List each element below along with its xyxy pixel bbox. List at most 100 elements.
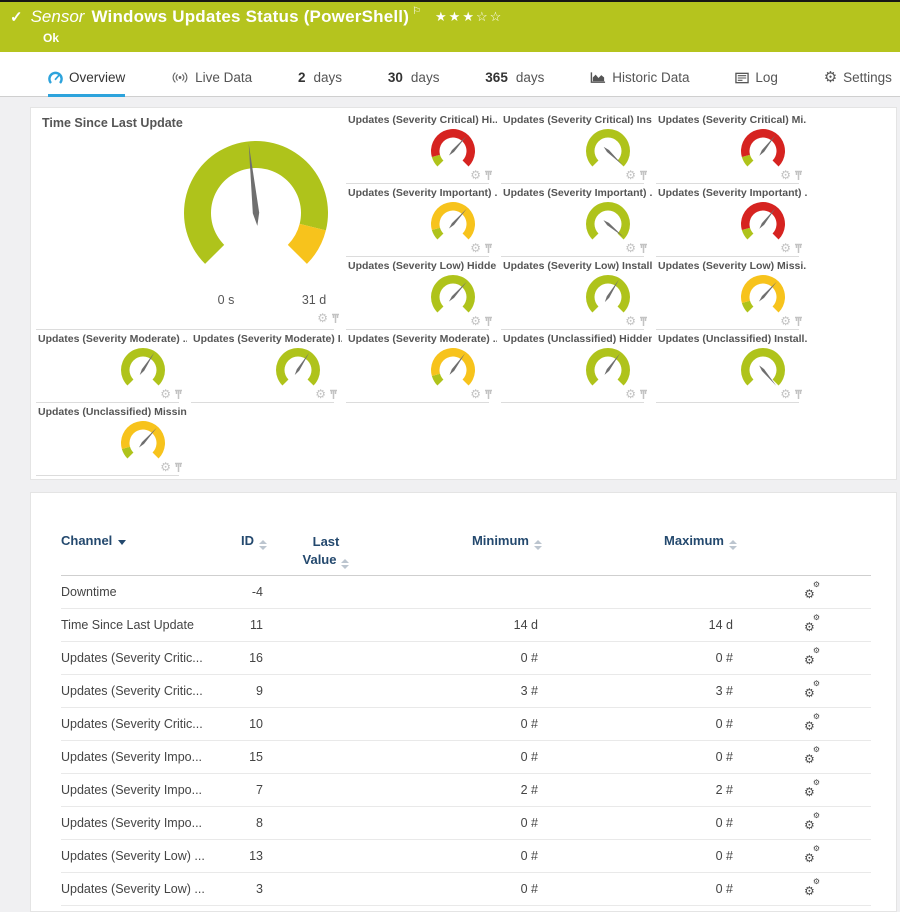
- tab-historic-data[interactable]: Historic Data: [590, 70, 689, 97]
- pin-icon[interactable]: [484, 389, 493, 400]
- pin-icon[interactable]: [639, 243, 648, 254]
- flag-icon[interactable]: ⚐: [412, 6, 421, 17]
- gauge-min-label: 0 s: [204, 293, 248, 307]
- pin-icon[interactable]: [794, 243, 803, 254]
- pin-icon[interactable]: [639, 316, 648, 327]
- gear-icon[interactable]: ⚙: [470, 315, 481, 327]
- priority-stars[interactable]: ★★★☆☆: [435, 9, 503, 25]
- channel-maximum: 0 #: [716, 882, 741, 896]
- channel-maximum: 3 #: [716, 684, 741, 698]
- gear-icon: ⚙: [804, 588, 815, 600]
- column-header-minimum[interactable]: Minimum: [472, 533, 546, 550]
- channel-name: Time Since Last Update: [61, 618, 231, 632]
- pin-icon[interactable]: [794, 316, 803, 327]
- column-header-maximum[interactable]: Maximum: [664, 533, 741, 550]
- gear-icon[interactable]: ⚙: [625, 242, 636, 254]
- gear-icon[interactable]: ⚙: [780, 169, 791, 181]
- channel-settings-icon[interactable]: ⚙⚙: [804, 879, 821, 896]
- gauge-tile-title: Updates (Unclassified) Missing: [38, 406, 187, 418]
- table-body: Downtime -4 ⚙⚙ Time Since Last Update 11…: [31, 576, 896, 906]
- tab-label: Live Data: [195, 70, 252, 85]
- pin-icon[interactable]: [174, 389, 183, 400]
- channel-name: Downtime: [61, 585, 231, 599]
- gauge-tile: Updates (Unclassified) Missing ⚙: [36, 403, 191, 476]
- gear-icon: ⚙: [804, 720, 815, 732]
- tab-365-days[interactable]: 365 days: [485, 70, 544, 97]
- gear-icon[interactable]: ⚙: [317, 312, 328, 324]
- channel-settings-icon[interactable]: ⚙⚙: [804, 582, 821, 599]
- mini-gauge-chart: [731, 345, 795, 393]
- gear-icon[interactable]: ⚙: [625, 388, 636, 400]
- tile-icons: ⚙: [780, 169, 803, 181]
- channel-settings-icon[interactable]: ⚙⚙: [804, 747, 821, 764]
- channel-id: 15: [249, 750, 271, 764]
- gear-icon: ⚙: [804, 654, 815, 666]
- gear-icon[interactable]: ⚙: [470, 388, 481, 400]
- tile-icons: ⚙: [625, 242, 648, 254]
- channel-minimum: 0 #: [521, 849, 546, 863]
- tab-label: Log: [755, 70, 778, 85]
- tab-label: Overview: [69, 70, 125, 85]
- channel-settings-icon[interactable]: ⚙⚙: [804, 648, 821, 665]
- pin-icon[interactable]: [639, 170, 648, 181]
- gauge-tile-title: Updates (Severity Moderate) I...: [193, 333, 342, 345]
- sort-icons: [341, 559, 349, 569]
- gear-icon[interactable]: ⚙: [780, 242, 791, 254]
- gear-icon[interactable]: ⚙: [160, 388, 171, 400]
- tab-2-days[interactable]: 2 days: [298, 70, 342, 97]
- pin-icon[interactable]: [484, 316, 493, 327]
- gauge-tile: Updates (Severity Moderate) ... ⚙: [346, 330, 501, 403]
- mini-gauge-chart: [576, 199, 640, 247]
- channel-minimum: 2 #: [521, 783, 546, 797]
- channel-settings-icon[interactable]: ⚙⚙: [804, 780, 821, 797]
- table-row: Updates (Severity Low) ... 13 0 # 0 # ⚙⚙: [61, 840, 871, 873]
- pin-icon[interactable]: [639, 389, 648, 400]
- gear-icon[interactable]: ⚙: [625, 169, 636, 181]
- pin-icon[interactable]: [794, 389, 803, 400]
- mini-gauge-chart: [731, 272, 795, 320]
- gear-icon: ⚙: [813, 779, 820, 787]
- tab-30-days[interactable]: 30 days: [388, 70, 440, 97]
- channel-settings-icon[interactable]: ⚙⚙: [804, 714, 821, 731]
- gear-icon[interactable]: ⚙: [315, 388, 326, 400]
- gear-icon[interactable]: ⚙: [780, 388, 791, 400]
- pin-icon[interactable]: [484, 243, 493, 254]
- tab-label: Historic Data: [612, 70, 689, 85]
- channel-maximum: 0 #: [716, 651, 741, 665]
- channel-settings-icon[interactable]: ⚙⚙: [804, 615, 821, 632]
- mini-gauge-chart: [576, 345, 640, 393]
- column-header-id[interactable]: ID: [241, 533, 271, 550]
- column-header-last-value[interactable]: Last Value: [300, 533, 352, 569]
- channel-maximum: 2 #: [716, 783, 741, 797]
- gauge-tile: Updates (Severity Critical) Ins... ⚙: [501, 111, 656, 184]
- pin-icon[interactable]: [484, 170, 493, 181]
- gear-icon[interactable]: ⚙: [625, 315, 636, 327]
- object-kind-label: Sensor: [31, 7, 85, 27]
- gear-icon[interactable]: ⚙: [780, 315, 791, 327]
- channel-name: Updates (Severity Impo...: [61, 750, 231, 764]
- channel-name: Updates (Severity Low) ...: [61, 882, 231, 896]
- channel-id: 10: [249, 717, 271, 731]
- column-header-channel[interactable]: Channel: [61, 533, 126, 548]
- channel-settings-icon[interactable]: ⚙⚙: [804, 681, 821, 698]
- gauge-icon: [48, 71, 63, 84]
- tab-log[interactable]: Log: [735, 70, 778, 97]
- tab-settings[interactable]: ⚙ Settings: [824, 70, 892, 97]
- tab-live-data[interactable]: Live Data: [171, 70, 252, 97]
- pin-icon[interactable]: [329, 389, 338, 400]
- gear-icon: ⚙: [804, 753, 815, 765]
- gear-icon[interactable]: ⚙: [160, 461, 171, 473]
- sensor-header: ✓ Sensor Windows Updates Status (PowerSh…: [0, 2, 900, 52]
- pin-icon[interactable]: [174, 462, 183, 473]
- channel-settings-icon[interactable]: ⚙⚙: [804, 846, 821, 863]
- gauge-tile-title: Updates (Severity Critical) Ins...: [503, 114, 652, 126]
- pin-icon[interactable]: [794, 170, 803, 181]
- gear-icon[interactable]: ⚙: [470, 242, 481, 254]
- channel-minimum: 0 #: [521, 882, 546, 896]
- mini-gauge-chart: [421, 199, 485, 247]
- tab-overview[interactable]: Overview: [48, 70, 125, 97]
- gear-icon[interactable]: ⚙: [470, 169, 481, 181]
- column-label: Channel: [61, 533, 112, 548]
- channel-settings-icon[interactable]: ⚙⚙: [804, 813, 821, 830]
- pin-icon[interactable]: [331, 313, 340, 324]
